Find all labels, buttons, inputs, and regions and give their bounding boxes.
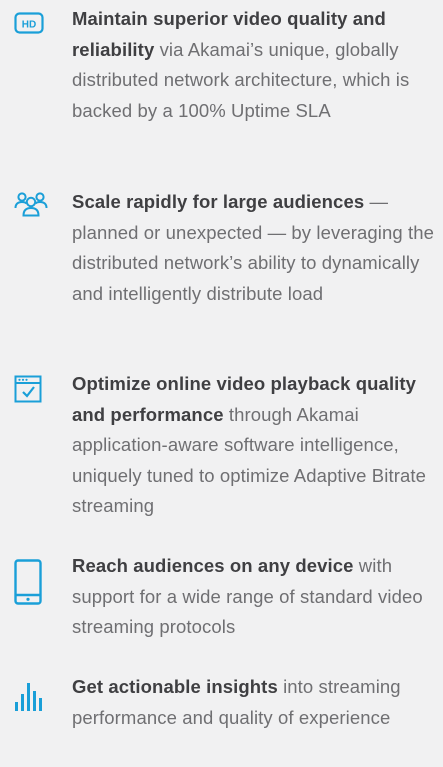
audience-icon — [14, 191, 50, 251]
svg-text:HD: HD — [22, 20, 36, 31]
feature-text: Scale rapidly for large audiences — plan… — [72, 187, 440, 309]
feature-text: Reach audiences on any device with suppo… — [72, 551, 440, 643]
feature-headline: Scale rapidly for large audiences — [72, 191, 365, 212]
browser-check-icon — [14, 375, 50, 435]
feature-headline: Reach audiences on any device — [72, 555, 354, 576]
feature-text: Optimize online video playback quality a… — [72, 369, 440, 522]
feature-headline: Get actionable insights — [72, 676, 278, 697]
hd-icon: HD — [14, 12, 50, 72]
bar-chart-icon — [14, 680, 50, 740]
feature-text: Get actionable insights into streaming p… — [72, 672, 440, 733]
feature-text: Maintain superior video quality and reli… — [72, 4, 440, 126]
feature-list: HD Maintain superior video quality and r… — [0, 0, 443, 767]
mobile-device-icon — [14, 559, 50, 619]
